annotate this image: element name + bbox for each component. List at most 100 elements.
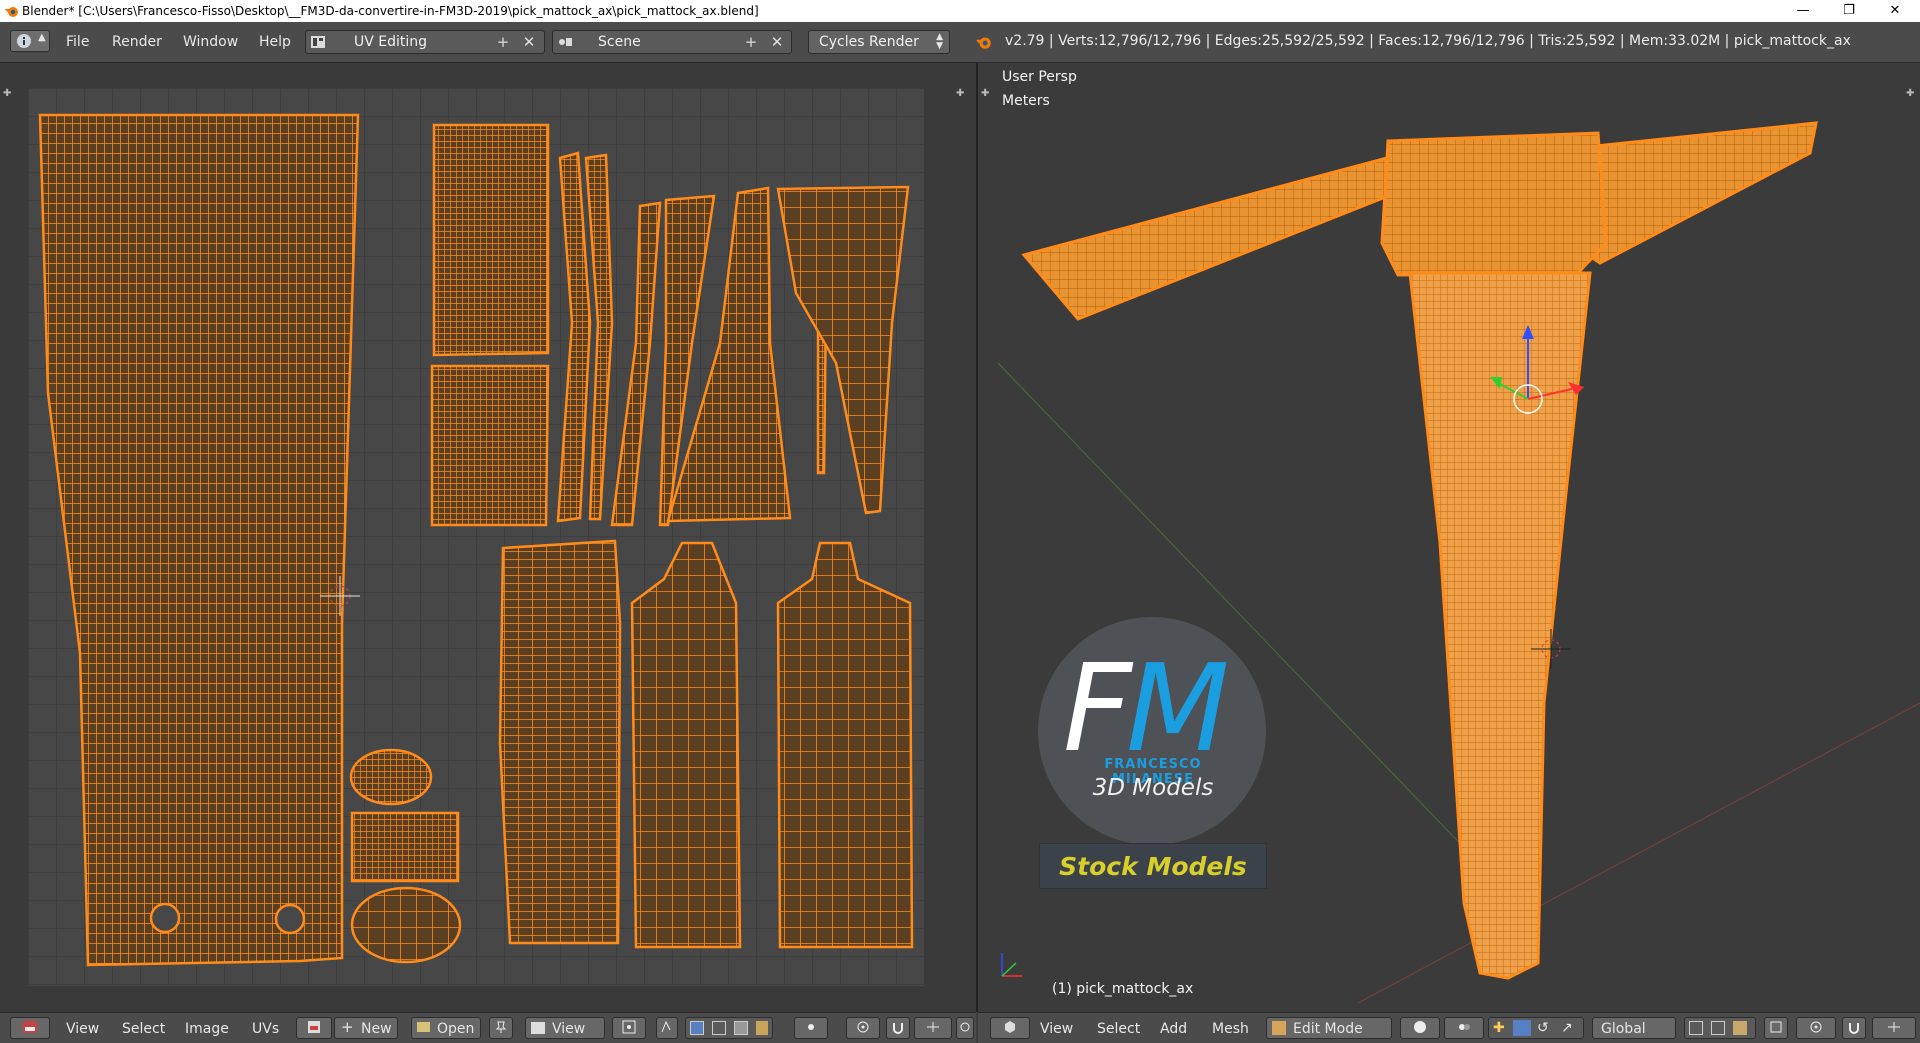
menu-select[interactable]: Select [122, 1021, 165, 1037]
select-mode-group[interactable] [685, 1017, 773, 1039]
shading-dropdown[interactable] [1400, 1017, 1440, 1039]
scene-selector[interactable]: Scene + ✕ [552, 30, 792, 54]
uv-islands [38, 113, 914, 967]
orientation-label[interactable]: Global [1601, 1021, 1646, 1037]
snap-icon [893, 1023, 903, 1034]
scene-stats: v2.79 | Verts:12,796/12,796 | Edges:25,5… [1005, 33, 1851, 49]
proportional-edit-icon [857, 1021, 869, 1033]
folder-icon [417, 1022, 430, 1032]
menu-file[interactable]: File [66, 34, 89, 50]
mesh-select-mode-group[interactable] [1684, 1017, 1756, 1039]
minimize-button[interactable]: — [1780, 0, 1826, 22]
menu-view[interactable]: View [1040, 1021, 1073, 1037]
close-button[interactable]: ✕ [1872, 0, 1918, 22]
rotate-manipulator-icon[interactable]: ↺ [1537, 1020, 1549, 1036]
scene-name[interactable]: Scene [598, 34, 641, 50]
menu-view[interactable]: View [66, 1021, 99, 1037]
view-mode-label[interactable]: View [552, 1021, 585, 1037]
menu-render[interactable]: Render [112, 34, 162, 50]
scale-manipulator-icon[interactable]: ↗ [1561, 1020, 1573, 1036]
render-engine-dropdown[interactable]: Cycles Render ▲ ▼ [808, 30, 950, 54]
manipulator-toggle-icon[interactable]: ✚ [1493, 1020, 1505, 1036]
open-image-label[interactable]: Open [437, 1021, 474, 1037]
viewport-header: View Select Add Mesh Edit Mode ✚ ↺ ↗ Glo… [978, 1012, 1920, 1043]
menu-image[interactable]: Image [185, 1021, 229, 1037]
image-view-icon [531, 1022, 545, 1034]
menu-help[interactable]: Help [259, 34, 291, 50]
pivot-icon [1459, 1024, 1470, 1030]
snap-target-dropdown[interactable] [914, 1017, 952, 1039]
uv-sculpt-icon [960, 1022, 970, 1032]
info-header: ▲ File Render Window Help UV Editing + ✕… [0, 22, 1920, 63]
mode-label[interactable]: Edit Mode [1293, 1021, 1363, 1037]
sync-selection-button[interactable] [656, 1017, 678, 1039]
window-titlebar: Blender* [C:\Users\Francesco-Fisso\Deskt… [0, 0, 1920, 22]
edge-select-icon[interactable] [1711, 1021, 1725, 1035]
edge-select-icon[interactable] [712, 1021, 726, 1035]
uv-island [349, 748, 433, 806]
menu-window[interactable]: Window [183, 34, 238, 50]
menu-add[interactable]: Add [1160, 1021, 1187, 1037]
mesh-head [1380, 131, 1608, 277]
manipulator-group[interactable]: ✚ ↺ ↗ [1488, 1017, 1584, 1039]
menu-uvs[interactable]: UVs [252, 1021, 279, 1037]
add-scene-icon[interactable]: + [742, 33, 760, 51]
island-select-icon[interactable] [756, 1021, 768, 1035]
uv-island [498, 539, 622, 945]
image-browse-button[interactable] [296, 1017, 332, 1039]
open-image-button[interactable]: Open [411, 1017, 481, 1039]
add-screen-icon[interactable]: + [494, 33, 512, 51]
vertex-select-icon[interactable] [690, 1021, 704, 1035]
new-image-button[interactable]: + New [334, 1017, 398, 1039]
uv-image-editor[interactable]: ✚ ✚ [0, 63, 978, 1012]
snap-target-dropdown[interactable] [1872, 1017, 1916, 1039]
pin-image-button[interactable] [489, 1017, 513, 1039]
uv-sculpt-button[interactable] [956, 1017, 974, 1039]
proportional-edit-icon [1810, 1021, 1822, 1033]
new-image-label[interactable]: New [361, 1021, 392, 1037]
proportional-edit-dropdown[interactable] [1796, 1017, 1836, 1039]
proportional-edit-dropdown[interactable] [846, 1017, 880, 1039]
axis-orientation-icon [1001, 953, 1022, 977]
uv-island [432, 123, 550, 357]
transform-orientation-dropdown[interactable]: Global [1592, 1017, 1676, 1039]
pin-icon [495, 1021, 507, 1033]
editor-type-button[interactable] [990, 1017, 1030, 1039]
editor-type-button[interactable] [10, 1017, 50, 1039]
mode-dropdown[interactable]: Edit Mode [1266, 1017, 1392, 1039]
occlude-geometry-button[interactable] [1764, 1017, 1788, 1039]
maximize-button[interactable]: ❐ [1826, 0, 1872, 22]
menu-select[interactable]: Select [1097, 1021, 1140, 1037]
mesh-blade-left [1021, 153, 1405, 321]
pivot-dropdown[interactable] [612, 1017, 646, 1039]
snap-target-icon [1888, 1022, 1900, 1032]
screen-layout-selector[interactable]: UV Editing + ✕ [305, 30, 545, 54]
watermark-stock-box: Stock Models [1039, 843, 1267, 889]
editor-type-button[interactable]: ▲ [10, 30, 50, 52]
sync-selection-icon [661, 1020, 671, 1033]
edit-mode-icon [1272, 1021, 1286, 1035]
3d-view-icon [1005, 1021, 1015, 1033]
window-title: Blender* [C:\Users\Francesco-Fisso\Deskt… [22, 4, 759, 18]
uv-island-hole [274, 903, 306, 935]
info-icon [17, 34, 31, 48]
snap-button[interactable] [886, 1017, 910, 1039]
snap-button[interactable] [1842, 1017, 1866, 1039]
translate-manipulator-icon[interactable] [1513, 1020, 1531, 1036]
render-engine-label[interactable]: Cycles Render [819, 34, 919, 50]
watermark-logo: FM [1063, 650, 1230, 770]
uv-island-handle [38, 113, 360, 967]
face-select-icon[interactable] [734, 1021, 748, 1035]
uv-island-hole [149, 902, 181, 934]
remove-screen-icon[interactable]: ✕ [520, 33, 538, 51]
menu-mesh[interactable]: Mesh [1212, 1021, 1249, 1037]
object-label: (1) pick_mattock_ax [1052, 981, 1194, 997]
view-mode-dropdown[interactable]: View [525, 1017, 605, 1039]
scene-icon [559, 38, 572, 46]
screen-layout-name[interactable]: UV Editing [354, 34, 427, 50]
vertex-select-icon[interactable] [1689, 1021, 1703, 1035]
pivot-dropdown[interactable] [1444, 1017, 1484, 1039]
remove-scene-icon[interactable]: ✕ [768, 33, 786, 51]
face-select-icon[interactable] [1733, 1021, 1747, 1035]
sticky-select-dropdown[interactable] [794, 1017, 828, 1039]
